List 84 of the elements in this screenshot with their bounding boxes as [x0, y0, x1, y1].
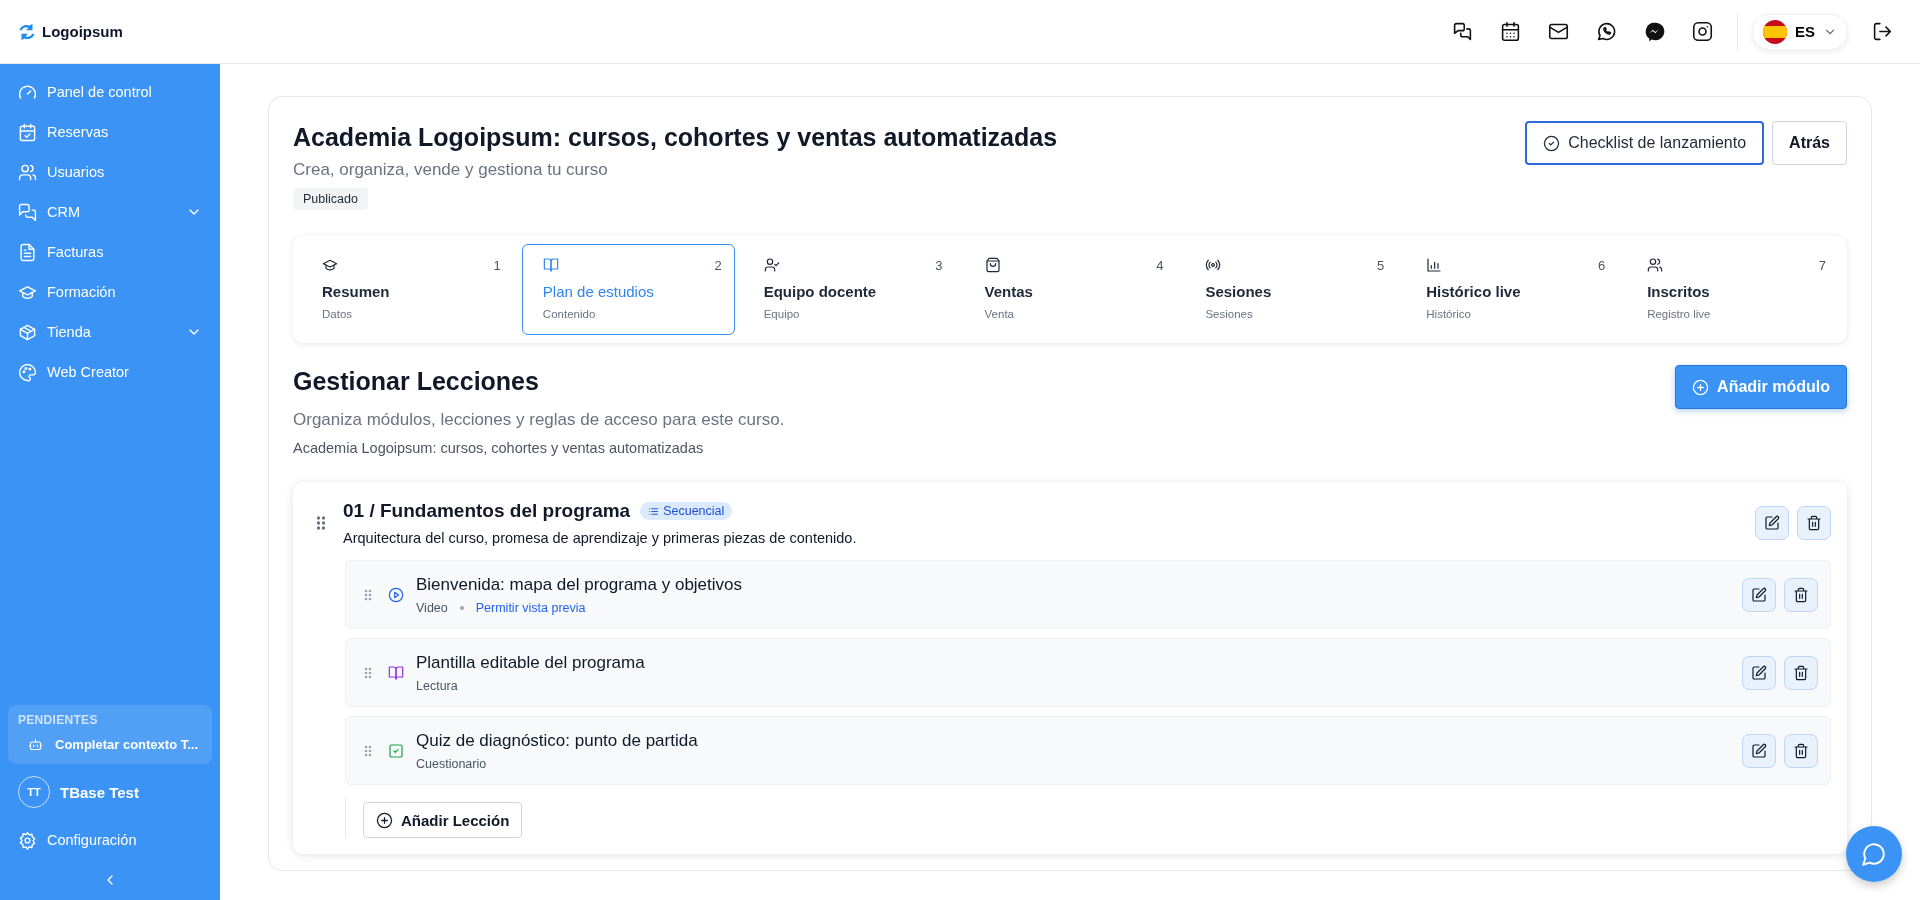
mode-badge: Secuencial: [640, 502, 733, 520]
edit-button[interactable]: [1755, 506, 1789, 540]
edit-icon: [1751, 586, 1767, 603]
sidebar-item[interactable]: Reservas: [8, 112, 212, 152]
sidebar-item[interactable]: Web Creator: [8, 352, 212, 392]
sidebar-item[interactable]: Formación: [8, 272, 212, 312]
palette-icon: [18, 362, 37, 382]
robot-icon: [28, 737, 43, 752]
sidebar-item[interactable]: Facturas: [8, 232, 212, 272]
book-icon: [542, 257, 559, 273]
lesson-title: Quiz de diagnóstico: punto de partida: [416, 730, 699, 751]
chat-bubbles-icon: [18, 202, 37, 222]
trash-icon: [1793, 586, 1809, 603]
lesson-type: Cuestionario: [416, 756, 487, 771]
gauge-icon: [18, 82, 37, 102]
module-description: Arquitectura del curso, promesa de aprendizaje y primeras piezas de contenido.: [343, 530, 858, 546]
sidebar-item[interactable]: CRM: [8, 192, 212, 232]
add-module-button[interactable]: Añadir módulo: [1675, 365, 1847, 409]
section-title: Gestionar Lecciones: [293, 367, 540, 396]
lesson-title: Plantilla editable del programa: [416, 652, 646, 673]
language-selector[interactable]: ES: [1752, 13, 1848, 50]
delete-button[interactable]: [1797, 506, 1831, 540]
sidebar-item[interactable]: Usuarios: [8, 152, 212, 192]
course-subtitle: Crea, organiza, vende y gestiona tu curso: [293, 160, 609, 180]
plus-circle-icon: [1692, 378, 1710, 396]
chat-bubbles-icon: [1452, 21, 1474, 42]
section-description: Organiza módulos, lecciones y reglas de acceso para este curso.: [293, 410, 785, 430]
trash-icon: [1793, 664, 1809, 681]
brand-name: Logoipsum: [42, 23, 123, 40]
document-icon: [18, 242, 37, 262]
delete-button[interactable]: [1784, 577, 1818, 612]
instagram-icon: [1692, 21, 1714, 42]
users-icon: [1647, 257, 1664, 273]
bar-chart-icon: [1426, 257, 1443, 273]
check-circle-icon: [1543, 134, 1561, 152]
delete-button[interactable]: [1784, 655, 1818, 690]
user-check-icon: [763, 257, 780, 273]
add-lesson-button[interactable]: Añadir Lección: [363, 802, 523, 838]
calendar-icon: [1500, 21, 1522, 42]
edit-button[interactable]: [1742, 655, 1776, 690]
step-tab[interactable]: 2 Plan de estudios Contenido: [521, 244, 735, 335]
sidebar-item[interactable]: Tienda: [8, 312, 212, 352]
delete-button[interactable]: [1784, 733, 1818, 768]
pending-title: PENDIENTES: [18, 713, 99, 727]
calendar-icon: [18, 122, 37, 142]
checklist-button[interactable]: Checklist de lanzamiento: [1525, 121, 1765, 165]
play-icon: [388, 586, 404, 603]
whatsapp-icon: [1596, 21, 1618, 42]
checkbox-icon: [388, 742, 404, 759]
broadcast-icon: [1205, 257, 1222, 273]
pending-task[interactable]: Completar contexto T...: [18, 737, 202, 752]
lesson-title: Bienvenida: mapa del programa y objetivos: [416, 574, 744, 595]
graduation-cap-icon: [322, 257, 338, 273]
mail-icon: [1548, 21, 1570, 42]
chat-icon: [1861, 841, 1887, 867]
edit-icon: [1751, 664, 1767, 681]
course-title: Academia Logoipsum: cursos, cohortes y ventas automatizadas: [293, 123, 1058, 152]
preview-link[interactable]: Permitir vista previa: [475, 600, 586, 615]
list-icon: [648, 505, 660, 517]
module-title: 01 / Fundamentos del programa: [343, 500, 631, 522]
shopping-bag-icon: [984, 257, 1001, 273]
users-icon: [18, 162, 37, 182]
edit-icon: [1764, 515, 1780, 531]
settings-link[interactable]: Configuración: [8, 820, 212, 860]
lesson-type: Lectura: [416, 678, 458, 693]
settings-icon: [18, 830, 37, 850]
spain-flag-icon: [1763, 19, 1787, 44]
user-name: TBase Test: [60, 783, 139, 801]
back-button[interactable]: Atrás: [1772, 121, 1847, 165]
edit-button[interactable]: [1742, 733, 1776, 768]
trash-icon: [1806, 515, 1822, 531]
edit-icon: [1751, 742, 1767, 759]
lesson-type: Video: [416, 600, 448, 615]
status-badge: Publicado: [293, 188, 368, 210]
book-icon: [388, 664, 404, 681]
messenger-icon: [1644, 21, 1666, 42]
trash-icon: [1793, 742, 1809, 759]
sidebar-item[interactable]: Panel de control: [8, 72, 212, 112]
box-icon: [18, 322, 37, 342]
plus-circle-icon: [376, 811, 393, 829]
course-name: Academia Logoipsum: cursos, cohortes y ventas automatizadas: [293, 440, 705, 456]
chat-button[interactable]: [1846, 826, 1902, 882]
logout-icon: [1871, 21, 1893, 42]
edit-button[interactable]: [1742, 577, 1776, 612]
